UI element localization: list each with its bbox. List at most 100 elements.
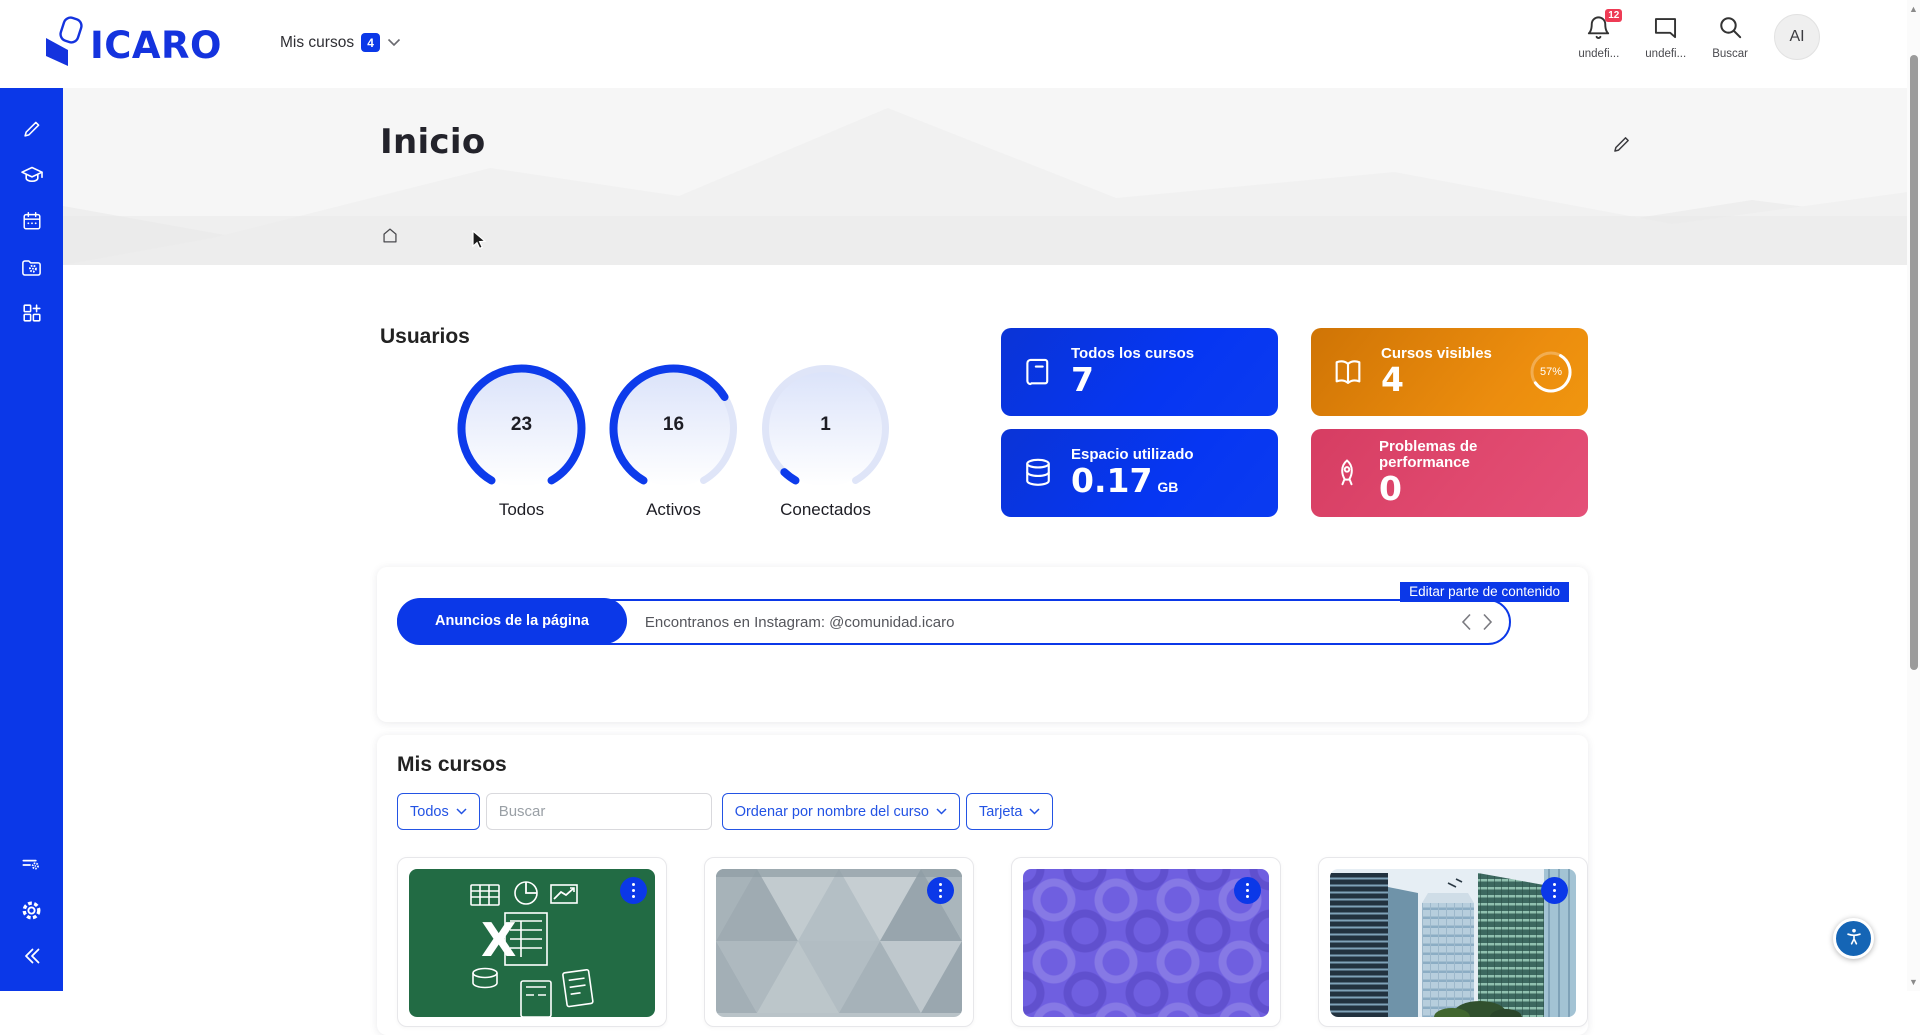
filter-category-dropdown[interactable]: Todos [397, 793, 480, 830]
gauge-activos-value: 16 [605, 414, 742, 436]
search-icon [1717, 14, 1744, 46]
card-espacio-utilizado[interactable]: Espacio utilizado 0.17 GB [1001, 429, 1278, 517]
course-card-excel[interactable]: X [397, 857, 667, 1027]
scrollbar: ▲ ▼ [1907, 0, 1920, 991]
notifications-label: undefi... [1578, 48, 1619, 60]
course-thumbnail-excel: X [409, 869, 655, 1017]
course-card-circles[interactable] [1011, 857, 1281, 1027]
card-value: 0.17 [1071, 463, 1152, 499]
messages-button[interactable]: undefi... [1645, 14, 1686, 60]
card-title: Problemas de performance [1379, 439, 1572, 471]
course-search-input[interactable] [486, 793, 712, 830]
page-header-banner: Inicio [63, 88, 1908, 265]
icaro-logo-icon [42, 16, 88, 75]
search-button[interactable]: Buscar [1712, 14, 1748, 60]
course-menu-button[interactable] [1541, 877, 1568, 904]
gauge-todos: 23 Todos [453, 360, 590, 520]
view-mode-dropdown[interactable]: Tarjeta [966, 793, 1054, 830]
mis-cursos-title: Mis cursos [397, 753, 507, 777]
next-announcement-icon[interactable] [1482, 613, 1493, 631]
accessibility-button[interactable] [1833, 918, 1874, 959]
sidebar [0, 88, 63, 991]
calendar-icon[interactable] [19, 208, 45, 234]
view-mode-label: Tarjeta [979, 804, 1023, 820]
search-label: Buscar [1712, 48, 1748, 60]
announcements-tab[interactable]: Anuncios de la página [397, 598, 627, 644]
course-cards-row: X [397, 857, 1588, 1027]
accessibility-icon [1843, 925, 1865, 952]
mis-cursos-panel: Mis cursos Todos Ordenar por nombre del … [377, 735, 1588, 1035]
card-cursos-visibles[interactable]: Cursos visibles 4 57% [1311, 328, 1588, 416]
edit-page-icon[interactable] [1611, 134, 1632, 160]
course-thumbnail-city [1330, 869, 1576, 1017]
visible-percent-ring: 57% [1528, 349, 1574, 395]
notifications-button[interactable]: 12 undefi... [1578, 14, 1619, 60]
course-menu-button[interactable] [620, 877, 647, 904]
course-menu-button[interactable] [1234, 877, 1261, 904]
chat-icon [1652, 14, 1679, 46]
collapse-sidebar-icon[interactable] [19, 943, 45, 969]
home-breadcrumb-icon[interactable] [380, 226, 400, 250]
topbar-actions: 12 undefi... undefi... Buscar AI [1578, 14, 1820, 60]
visible-percent-label: 57% [1528, 349, 1574, 395]
excel-logo: X [481, 913, 516, 967]
sidebar-top-group [19, 116, 45, 326]
graduation-cap-icon[interactable] [19, 162, 45, 188]
filter-category-label: Todos [410, 804, 449, 820]
scrollbar-thumb[interactable] [1910, 55, 1918, 670]
card-problemas-performance[interactable]: Problemas de performance 0 [1311, 429, 1588, 517]
card-value: 0 [1379, 471, 1572, 507]
icaro-logo[interactable]: ICARO [42, 16, 222, 75]
main-content: Usuarios 23 Todos [63, 265, 1908, 991]
gauge-conectados: 1 Conectados [757, 360, 894, 520]
card-unit: GB [1157, 480, 1178, 495]
gauge-conectados-value: 1 [757, 414, 894, 436]
card-value: 7 [1071, 362, 1194, 398]
grid-plus-icon[interactable] [19, 300, 45, 326]
edit-content-tooltip[interactable]: Editar parte de contenido [1400, 582, 1569, 602]
top-bar: ICARO Mis cursos 4 12 undefi... undefi..… [0, 0, 1920, 88]
database-icon [1021, 456, 1055, 490]
rocket-icon [1331, 457, 1363, 489]
open-book-icon [1331, 355, 1365, 389]
course-thumbnail-circles [1023, 869, 1269, 1017]
announcement-message: Encontranos en Instagram: @comunidad.ica… [645, 614, 1461, 631]
course-card-city[interactable] [1318, 857, 1588, 1027]
chevron-down-icon [387, 34, 401, 52]
gauge-todos-label: Todos [499, 500, 544, 520]
notifications-count-badge: 12 [1605, 9, 1622, 22]
avatar-initials: AI [1789, 28, 1804, 46]
usuarios-gauges: 23 Todos 16 Activos [453, 360, 909, 520]
course-card-triangles[interactable] [704, 857, 974, 1027]
course-filters: Todos Ordenar por nombre del curso Tarje… [397, 793, 1053, 830]
folder-gear-icon[interactable] [19, 254, 45, 280]
nav-my-courses-label: Mis cursos [280, 34, 354, 52]
messages-label: undefi... [1645, 48, 1686, 60]
prev-announcement-icon[interactable] [1461, 613, 1472, 631]
scroll-up-arrow[interactable]: ▲ [1907, 2, 1920, 16]
nav-my-courses-badge: 4 [361, 33, 380, 52]
list-gear-icon[interactable] [19, 851, 45, 877]
stat-cards: Todos los cursos 7 Cursos visibles 4 57% [1001, 328, 1588, 517]
scroll-down-arrow[interactable]: ▼ [1907, 975, 1920, 989]
pencil-icon[interactable] [19, 116, 45, 142]
announcements-bar: Anuncios de la página Encontranos en Ins… [397, 599, 1511, 645]
card-todos-los-cursos[interactable]: Todos los cursos 7 [1001, 328, 1278, 416]
gauge-conectados-label: Conectados [780, 500, 871, 520]
gauge-activos-label: Activos [646, 500, 701, 520]
course-menu-button[interactable] [927, 877, 954, 904]
user-avatar[interactable]: AI [1774, 14, 1820, 60]
sort-dropdown[interactable]: Ordenar por nombre del curso [722, 793, 960, 830]
announcement-arrows [1461, 613, 1493, 631]
book-icon [1021, 355, 1055, 389]
mountains-decoration [63, 88, 1908, 265]
page-title: Inicio [380, 122, 485, 162]
course-thumbnail-triangles [716, 869, 962, 1017]
nav-my-courses[interactable]: Mis cursos 4 [280, 33, 401, 52]
announcements-panel: Editar parte de contenido Anuncios de la… [377, 567, 1588, 722]
logo-text: ICARO [90, 24, 222, 67]
gear-icon[interactable] [19, 897, 45, 923]
usuarios-section-title: Usuarios [380, 325, 470, 349]
sidebar-bottom-group [19, 851, 45, 969]
sort-label: Ordenar por nombre del curso [735, 804, 929, 820]
